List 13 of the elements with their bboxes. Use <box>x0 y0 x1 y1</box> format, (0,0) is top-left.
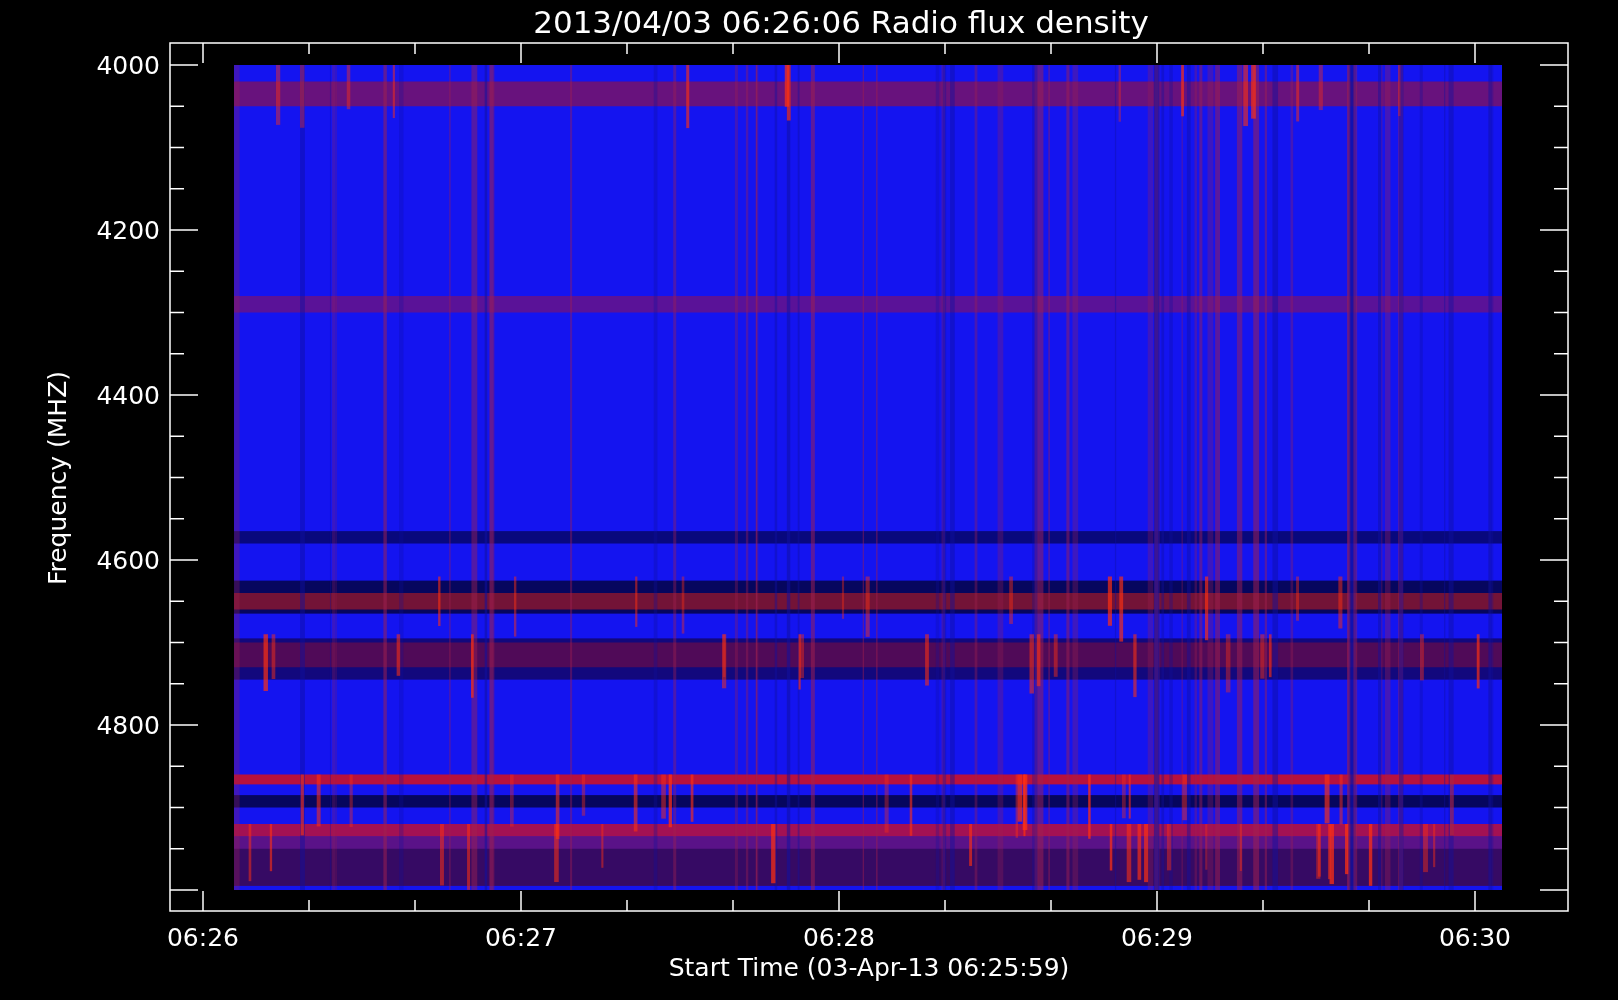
y-tick-label: 4200 <box>96 216 160 245</box>
y-axis-label: Frequency (MHZ) <box>43 370 72 586</box>
y-tick-label: 4800 <box>96 711 160 740</box>
x-tick-label: 06:30 <box>1439 923 1511 952</box>
x-tick-label: 06:29 <box>1121 923 1193 952</box>
y-tick-label: 4000 <box>96 51 160 80</box>
y-tick-label: 4600 <box>96 546 160 575</box>
y-tick-label: 4400 <box>96 381 160 410</box>
x-tick-label: 06:27 <box>485 923 557 952</box>
x-axis-label: Start Time (03-Apr-13 06:25:59) <box>668 953 1070 982</box>
x-tick-label: 06:26 <box>167 923 239 952</box>
chart-title: 2013/04/03 06:26:06 Radio flux density <box>533 4 1149 40</box>
x-tick-label: 06:28 <box>803 923 875 952</box>
